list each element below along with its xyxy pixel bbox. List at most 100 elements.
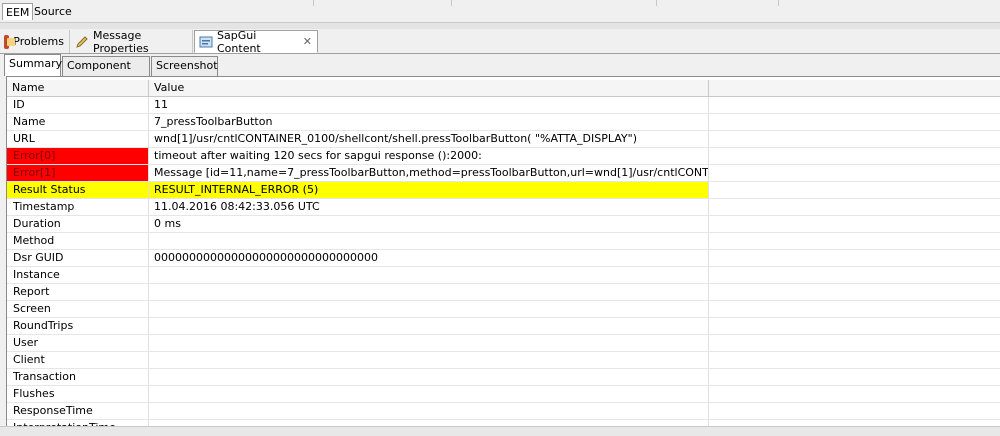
cell-value: 7_pressToolbarButton [149,114,709,130]
cell-value [149,352,709,368]
cell-filler [709,148,1000,164]
cell-filler [709,182,1000,198]
cell-value: RESULT_INTERNAL_ERROR (5) [149,182,709,198]
tab-problems[interactable]: Problems [0,30,70,53]
divider [451,0,452,6]
tab-label: Problems [13,35,64,48]
divider [313,0,314,6]
column-header-name[interactable]: Name [7,80,149,96]
cell-name: Report [7,284,149,300]
cell-name: Timestamp [7,199,149,215]
cell-value: wnd[1]/usr/cntlCONTAINER_0100/shellcont/… [149,131,709,147]
table-row[interactable]: Error[0] timeout after waiting 120 secs f… [7,148,1000,165]
problems-icon [4,34,16,49]
cell-value [149,284,709,300]
cell-name: Flushes [7,386,149,402]
cell-name: URL [7,131,149,147]
cell-filler [709,216,1000,232]
cell-value: 0 ms [149,216,709,232]
divider [778,0,779,6]
cell-value [149,301,709,317]
table-row[interactable]: ResponseTime [7,403,1000,420]
table-row[interactable]: Dsr GUID 00000000000000000000000000000000 [7,250,1000,267]
sapgui-content-icon [199,35,213,49]
cell-name: Screen [7,301,149,317]
cell-value [149,267,709,283]
table-row[interactable]: Screen [7,301,1000,318]
cell-name: Duration [7,216,149,232]
table-row[interactable]: Flushes [7,386,1000,403]
table-row[interactable]: Name 7_pressToolbarButton [7,114,1000,131]
tab-label: SapGui Content [217,28,261,55]
message-properties-icon [75,35,89,49]
cell-value: 11.04.2016 08:42:33.056 UTC [149,199,709,215]
table-row[interactable]: Duration 0 ms [7,216,1000,233]
tab-screenshot[interactable]: Screenshot [151,56,218,76]
cell-value [149,403,709,419]
cell-filler [709,267,1000,283]
table-row[interactable]: User [7,335,1000,352]
cell-filler [709,97,1000,113]
cell-filler [709,114,1000,130]
cell-filler [709,233,1000,249]
cell-name: ResponseTime [7,403,149,419]
cell-value: timeout after waiting 120 secs for sapgu… [149,148,709,164]
cell-name: Transaction [7,369,149,385]
divider [656,0,657,6]
cell-name: Dsr GUID [7,250,149,266]
table-row[interactable]: Timestamp 11.04.2016 08:42:33.056 UTC [7,199,1000,216]
summary-table: Name Value ID 11 Name 7_pressToolbarButton U… [6,76,1000,427]
cell-value: 11 [149,97,709,113]
cell-filler [709,335,1000,351]
tab-summary[interactable]: Summary [4,54,62,76]
cell-name: Client [7,352,149,368]
column-header-filler [709,80,1000,96]
cell-value: 00000000000000000000000000000000 [149,250,709,266]
cell-filler [709,199,1000,215]
cell-value [149,335,709,351]
tab-message-properties[interactable]: Message Properties [71,28,193,55]
cell-filler [709,131,1000,147]
table-row[interactable]: ID 11 [7,97,1000,114]
cell-value [149,233,709,249]
table-row[interactable]: Method [7,233,1000,250]
tab-source[interactable]: Source [31,3,75,20]
tab-eem[interactable]: EEM [2,3,34,20]
table-row[interactable]: URL wnd[1]/usr/cntlCONTAINER_0100/shellco… [7,131,1000,148]
table-row[interactable]: Transaction [7,369,1000,386]
cell-name: Instance [7,267,149,283]
cell-filler [709,403,1000,419]
column-header-value[interactable]: Value [149,80,709,96]
cell-filler [709,284,1000,300]
tab-label: Message Properties [93,28,149,55]
cell-value [149,386,709,402]
table-row[interactable]: Error[1] Message [id=11,name=7_pressToolb… [7,165,1000,182]
cell-name: Error[0] [7,148,149,164]
cell-name: Method [7,233,149,249]
cell-filler [709,301,1000,317]
cell-name: ID [7,97,149,113]
cell-name: Error[1] [7,165,149,181]
table-row[interactable]: Client [7,352,1000,369]
tab-sapgui-content[interactable]: SapGui Content ✕ [194,28,318,55]
cell-filler [709,352,1000,368]
table-row[interactable]: Result Status RESULT_INTERNAL_ERROR (5) [7,182,1000,199]
content-subtab-bar: Summary Component Tree Screenshot [0,54,1000,90]
cell-value [149,318,709,334]
cell-filler [709,369,1000,385]
table-row[interactable]: Report [7,284,1000,301]
cell-value [149,369,709,385]
cell-value: Message [id=11,name=7_pressToolbarButton… [149,165,709,181]
cell-name: RoundTrips [7,318,149,334]
table-row[interactable]: Instance [7,267,1000,284]
table-body: ID 11 Name 7_pressToolbarButton URL wnd[1]/us… [7,97,1000,427]
tab-component-tree[interactable]: Component Tree [62,56,150,90]
cell-name: Result Status [7,182,149,198]
cell-name: User [7,335,149,351]
editor-tab-bar: EEM Source [0,0,1000,23]
cell-filler [709,250,1000,266]
table-row[interactable]: RoundTrips [7,318,1000,335]
close-icon[interactable]: ✕ [303,35,312,48]
view-tab-bar: Problems Message Properties SapGui Conte… [0,28,1000,55]
cell-filler [709,386,1000,402]
